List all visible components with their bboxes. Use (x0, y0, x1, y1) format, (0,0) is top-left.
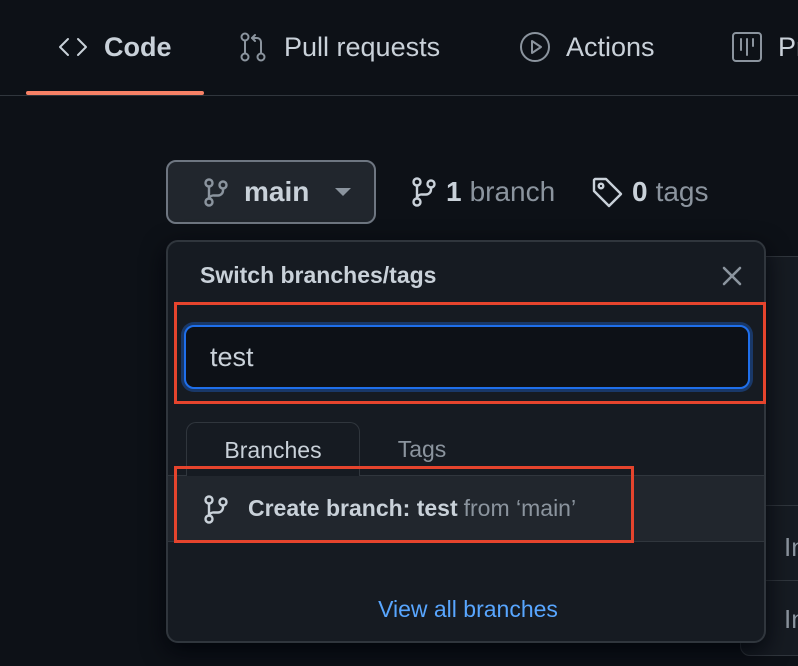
tab-code[interactable]: Code (56, 0, 172, 94)
branch-tag-tabs: Branches Tags (168, 422, 764, 477)
play-icon (520, 32, 550, 62)
tab-actions[interactable]: Actions (518, 0, 655, 94)
tab-branches[interactable]: Branches (186, 422, 360, 477)
git-branch-icon (204, 494, 228, 524)
git-branch-icon (412, 177, 436, 207)
repo-nav: Code Pull requests Actions Pr (0, 0, 798, 96)
create-branch-source: from ‘main’ (463, 495, 577, 521)
create-branch-label: Create branch: test (248, 495, 458, 521)
close-button[interactable] (716, 260, 748, 292)
git-branch-icon (204, 178, 228, 207)
tag-icon (592, 177, 623, 208)
tab-code-label: Code (104, 31, 172, 62)
tab-pull-requests-label: Pull requests (284, 31, 441, 62)
pull-request-icon (240, 32, 266, 62)
branch-count-label: branch (469, 176, 556, 207)
current-branch-label: main (244, 176, 310, 207)
branches-link[interactable]: 1 branch (410, 160, 555, 224)
tab-pull-requests[interactable]: Pull requests (236, 0, 440, 94)
tag-count-label: tags (655, 176, 709, 207)
popover-title: Switch branches/tags (200, 262, 437, 288)
branch-count: 1 (446, 176, 462, 207)
file-list-text: In (784, 532, 798, 562)
branch-select-button[interactable]: main (166, 160, 376, 224)
create-branch-item[interactable]: Create branch: test from ‘main’ (168, 476, 764, 542)
active-tab-underline (26, 91, 204, 95)
tab-actions-label: Actions (566, 31, 655, 62)
file-list-text: In (784, 604, 798, 634)
tab-tags[interactable]: Tags (364, 422, 480, 476)
tab-projects-label: Pr (778, 31, 798, 62)
code-icon (59, 38, 87, 56)
caret-down-icon (335, 188, 352, 196)
tags-link[interactable]: 0 tags (590, 160, 709, 224)
branch-filter-input[interactable] (184, 325, 750, 389)
project-icon (732, 32, 762, 62)
view-all-branches-link[interactable]: View all branches (168, 596, 764, 623)
tab-projects[interactable]: Pr (730, 0, 798, 94)
branch-switcher-popover: Switch branches/tags Branches Tags Creat… (166, 240, 766, 643)
tag-count: 0 (632, 176, 648, 207)
close-icon (722, 266, 742, 286)
